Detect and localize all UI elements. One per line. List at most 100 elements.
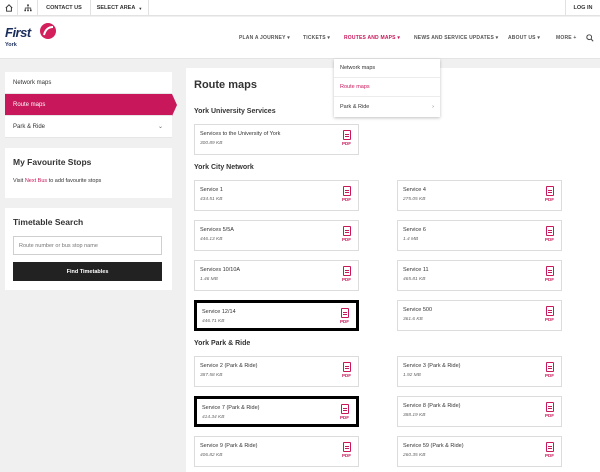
route-map-card[interactable]: Service 2 (Park & Ride) 387.58 KB PDF bbox=[194, 356, 359, 387]
pdf-icon[interactable]: PDF bbox=[545, 442, 555, 461]
nav-news-and-service-updates[interactable]: NEWS AND SERVICE UPDATES ▾ bbox=[414, 17, 498, 58]
card-filesize: 387.58 KB bbox=[200, 373, 223, 378]
dropdown-item-park-and-ride[interactable]: Park & Ride › bbox=[334, 97, 440, 116]
utility-bar: CONTACT US SELECT AREA ▼ LOG IN bbox=[0, 0, 600, 16]
favourites-text-suffix: to add favourite stops bbox=[48, 178, 102, 184]
main-content: Route maps York University Services Serv… bbox=[186, 68, 600, 472]
card-title: Service 4 bbox=[403, 187, 426, 193]
card-title: Service 500 bbox=[403, 307, 433, 313]
card-title: Service 12/14 bbox=[202, 309, 236, 315]
pdf-icon[interactable]: PDF bbox=[340, 404, 350, 423]
route-map-card[interactable]: Services to the University of York 300.8… bbox=[194, 124, 359, 155]
route-map-card[interactable]: Services 5/5A 446.13 KB PDF bbox=[194, 220, 359, 251]
card-filesize: 260.35 KB bbox=[403, 453, 426, 458]
caret-down-icon: ▼ bbox=[138, 5, 143, 11]
card-title: Service 7 (Park & Ride) bbox=[202, 405, 260, 411]
favourite-stops-panel: My Favourite Stops Visit Next Bus to add… bbox=[5, 148, 172, 198]
route-map-card[interactable]: Service 59 (Park & Ride) 260.35 KB PDF bbox=[397, 436, 562, 467]
login-label: LOG IN bbox=[573, 5, 593, 11]
pdf-icon[interactable]: PDF bbox=[545, 402, 555, 421]
pdf-icon[interactable]: PDF bbox=[545, 266, 555, 285]
card-title: Service 8 (Park & Ride) bbox=[403, 403, 461, 409]
route-map-card[interactable]: Service 7 (Park & Ride) 414.34 KB PDF bbox=[194, 396, 359, 427]
timetable-search-panel: Timetable Search Find Timetables bbox=[5, 208, 172, 290]
card-title: Service 9 (Park & Ride) bbox=[200, 443, 258, 449]
search-icon[interactable] bbox=[586, 17, 594, 58]
pdf-icon[interactable]: PDF bbox=[342, 362, 352, 381]
nav-label: MORE bbox=[556, 34, 572, 41]
sidebar-item-label: Network maps bbox=[13, 79, 52, 86]
dropdown-item-route-maps[interactable]: Route maps bbox=[334, 78, 440, 97]
sidebar-item-network-maps[interactable]: Network maps bbox=[5, 72, 172, 94]
nav-more[interactable]: MORE + bbox=[556, 17, 577, 58]
pdf-icon[interactable]: PDF bbox=[342, 442, 352, 461]
card-filesize: 275.05 KB bbox=[403, 197, 426, 202]
card-title: Services 5/5A bbox=[200, 227, 234, 233]
pdf-icon[interactable]: PDF bbox=[545, 306, 555, 325]
select-area-dropdown[interactable]: SELECT AREA ▼ bbox=[91, 0, 149, 16]
chevron-down-icon: ▾ bbox=[327, 34, 331, 41]
sidebar-item-label: Route maps bbox=[13, 101, 46, 108]
nav-plan-a-journey[interactable]: PLAN A JOURNEY ▾ bbox=[239, 17, 290, 58]
sidebar-item-park-and-ride[interactable]: Park & Ride ⌄ bbox=[5, 116, 172, 138]
card-title: Service 3 (Park & Ride) bbox=[403, 363, 461, 369]
card-title: Service 6 bbox=[403, 227, 426, 233]
next-bus-link[interactable]: Next Bus bbox=[25, 178, 47, 184]
pdf-icon[interactable]: PDF bbox=[340, 308, 350, 327]
pdf-icon[interactable]: PDF bbox=[342, 226, 352, 245]
logo[interactable]: First bbox=[5, 25, 31, 40]
route-map-card[interactable]: Service 1 434.51 KB PDF bbox=[194, 180, 359, 211]
sidebar-item-route-maps[interactable]: Route maps bbox=[5, 94, 177, 116]
route-map-card[interactable]: Service 11 465.81 KB PDF bbox=[397, 260, 562, 291]
section-title: York City Network bbox=[194, 164, 254, 171]
login-link[interactable]: LOG IN bbox=[565, 0, 600, 16]
card-title: Service 2 (Park & Ride) bbox=[200, 363, 258, 369]
card-filesize: 465.81 KB bbox=[403, 277, 426, 282]
nav-label: TICKETS bbox=[303, 34, 326, 41]
logo-area-name: York bbox=[5, 42, 17, 48]
timetable-search-input[interactable] bbox=[13, 236, 162, 255]
pdf-icon[interactable]: PDF bbox=[545, 362, 555, 381]
card-title: Services to the University of York bbox=[200, 131, 281, 137]
contact-us-label: CONTACT US bbox=[46, 5, 82, 11]
routes-dropdown-menu: Network maps Route maps Park & Ride › bbox=[334, 59, 440, 117]
home-icon[interactable] bbox=[0, 0, 18, 16]
timetable-search-title: Timetable Search bbox=[13, 217, 84, 227]
route-map-card[interactable]: Service 3 (Park & Ride) 1.92 MB PDF bbox=[397, 356, 562, 387]
dropdown-item-network-maps[interactable]: Network maps bbox=[334, 59, 440, 78]
route-map-card[interactable]: Service 4 275.05 KB PDF bbox=[397, 180, 562, 211]
chevron-down-icon: ▾ bbox=[537, 34, 541, 41]
plus-icon: + bbox=[573, 34, 577, 41]
route-map-card[interactable]: Services 10/10A 1.46 MB PDF bbox=[194, 260, 359, 291]
chevron-down-icon: ⌄ bbox=[157, 124, 163, 130]
section-title: York University Services bbox=[194, 108, 276, 115]
pdf-icon[interactable]: PDF bbox=[342, 130, 352, 149]
route-map-card[interactable]: Service 500 361.6 KB PDF bbox=[397, 300, 562, 331]
route-map-card[interactable]: Service 12/14 446.71 KB PDF bbox=[194, 300, 359, 331]
pdf-icon[interactable]: PDF bbox=[342, 266, 352, 285]
active-arrow bbox=[172, 94, 177, 116]
pdf-icon[interactable]: PDF bbox=[342, 186, 352, 205]
find-timetables-button[interactable]: Find Timetables bbox=[13, 262, 162, 281]
route-map-card[interactable]: Service 9 (Park & Ride) 406.82 KB PDF bbox=[194, 436, 359, 467]
card-title: Service 11 bbox=[403, 267, 429, 273]
pdf-icon[interactable]: PDF bbox=[545, 186, 555, 205]
route-map-card[interactable]: Service 6 1.4 MB PDF bbox=[397, 220, 562, 251]
dropdown-item-label: Park & Ride bbox=[340, 103, 370, 110]
chevron-down-icon: ▾ bbox=[495, 34, 499, 41]
chevron-right-icon: › bbox=[432, 103, 434, 110]
nav-tickets[interactable]: TICKETS ▾ bbox=[303, 17, 330, 58]
route-map-card[interactable]: Service 8 (Park & Ride) 388.19 KB PDF bbox=[397, 396, 562, 427]
nav-routes-and-maps[interactable]: ROUTES AND MAPS ▾ bbox=[344, 17, 400, 58]
dropdown-item-label: Network maps bbox=[340, 65, 376, 71]
pdf-icon[interactable]: PDF bbox=[545, 226, 555, 245]
contact-us-link[interactable]: CONTACT US bbox=[38, 0, 91, 16]
card-filesize: 446.71 KB bbox=[202, 319, 225, 324]
sitemap-icon[interactable] bbox=[18, 0, 38, 16]
nav-label: PLAN A JOURNEY bbox=[239, 34, 286, 41]
card-title: Services 10/10A bbox=[200, 267, 241, 273]
nav-about-us[interactable]: ABOUT US ▾ bbox=[508, 17, 540, 58]
sidebar-item-label: Park & Ride bbox=[13, 123, 46, 130]
favourite-stops-title: My Favourite Stops bbox=[13, 157, 92, 167]
card-filesize: 434.51 KB bbox=[200, 197, 223, 202]
